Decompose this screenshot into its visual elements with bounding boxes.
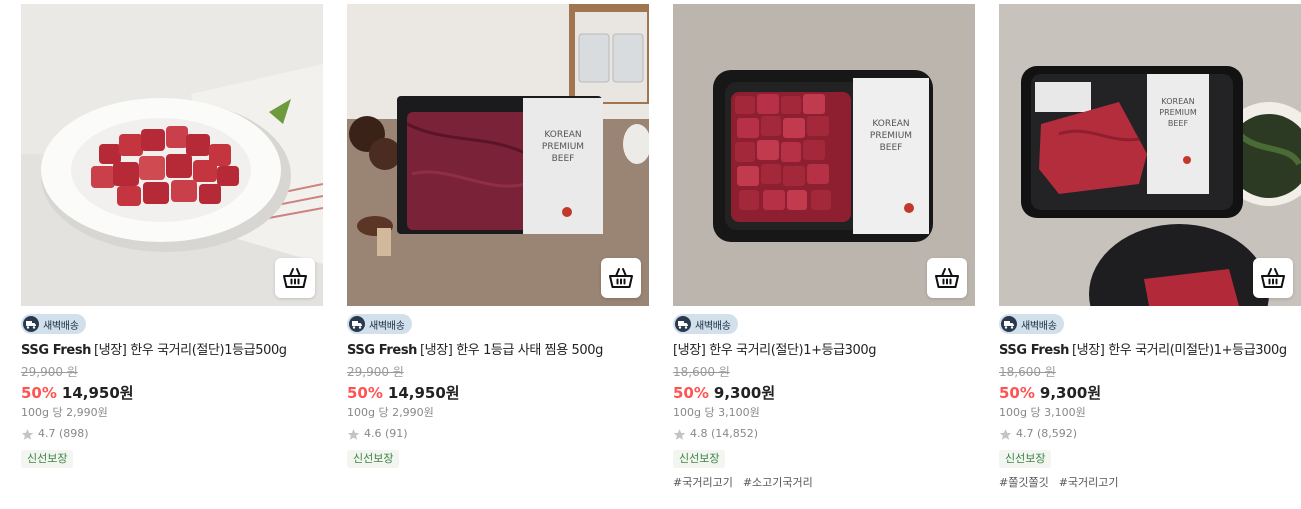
sale-price: 14,950원	[387, 384, 460, 402]
add-to-cart-button[interactable]	[927, 258, 967, 298]
delivery-truck-icon	[1001, 316, 1017, 332]
basket-icon	[1260, 267, 1286, 289]
delivery-badge-label: 새벽배송	[369, 320, 405, 332]
freshness-tag: 신선보장	[999, 450, 1052, 468]
delivery-truck-icon	[349, 316, 365, 332]
product-card[interactable]: 새벽배송 SSG Fresh [냉장] 한우 국거리(절단)1등급500g 29,…	[21, 4, 323, 468]
product-title[interactable]: SSG Fresh [냉장] 한우 국거리(절단)1등급500g	[21, 342, 323, 360]
delivery-badge: 새벽배송	[999, 314, 1064, 334]
delivery-badge: 새벽배송	[673, 314, 738, 334]
product-image[interactable]: KOREAN PREMIUM BEEF	[347, 4, 649, 306]
freshness-tag: 신선보장	[21, 450, 74, 468]
product-title[interactable]: SSG Fresh [냉장] 한우 1등급 사태 찜용 500g	[347, 342, 649, 360]
delivery-badge: 새벽배송	[21, 314, 86, 334]
rating[interactable]: 4.8 (14,852)	[673, 427, 975, 441]
review-count: (8,592)	[1037, 427, 1078, 440]
hashtag[interactable]: #국거리고기	[1059, 476, 1119, 489]
discount-rate: 50%	[999, 384, 1035, 402]
hashtag-list: #쫄깃쫄깃 #국거리고기	[999, 476, 1301, 490]
product-name: [냉장] 한우 국거리(미절단)1+등급300g	[1072, 343, 1287, 358]
basket-icon	[608, 267, 634, 289]
product-name: [냉장] 한우 국거리(절단)1+등급300g	[673, 343, 877, 358]
price-row: 50% 9,300원	[999, 383, 1301, 403]
original-price: 29,900 원	[21, 365, 78, 379]
delivery-truck-icon	[675, 316, 691, 332]
rating[interactable]: 4.7 (8,592)	[999, 427, 1301, 441]
product-card[interactable]: KOREAN PREMIUM BEEF 새벽배송	[999, 4, 1301, 490]
unit-price: 100g 당 2,990원	[347, 406, 434, 419]
original-price: 29,900 원	[347, 365, 404, 379]
star-icon	[673, 428, 686, 441]
svg-text:PREMIUM: PREMIUM	[1159, 108, 1197, 117]
rating-score: 4.8	[690, 427, 708, 440]
svg-text:BEEF: BEEF	[1168, 119, 1189, 128]
star-icon	[21, 428, 34, 441]
rating-score: 4.7	[1016, 427, 1034, 440]
product-brand: SSG Fresh	[347, 343, 418, 358]
svg-text:PREMIUM: PREMIUM	[870, 131, 912, 141]
discount-rate: 50%	[21, 384, 57, 402]
svg-text:KOREAN: KOREAN	[1161, 97, 1194, 106]
basket-icon	[934, 267, 960, 289]
sale-price: 9,300원	[1039, 384, 1102, 402]
rating[interactable]: 4.6 (91)	[347, 427, 649, 441]
svg-text:KOREAN: KOREAN	[872, 119, 909, 129]
price-row: 50% 14,950원	[347, 383, 649, 403]
product-card[interactable]: KOREAN PREMIUM BEEF 새벽배송	[347, 4, 649, 468]
discount-rate: 50%	[347, 384, 383, 402]
delivery-truck-icon	[23, 316, 39, 332]
review-count: (14,852)	[711, 427, 759, 440]
rating-score: 4.7	[38, 427, 56, 440]
product-image[interactable]	[21, 4, 323, 306]
delivery-badge-label: 새벽배송	[1021, 320, 1057, 332]
product-brand: SSG Fresh	[21, 343, 92, 358]
price-row: 50% 9,300원	[673, 383, 975, 403]
sale-price: 9,300원	[713, 384, 776, 402]
product-image[interactable]: KOREAN PREMIUM BEEF	[999, 4, 1301, 306]
svg-text:KOREAN: KOREAN	[544, 130, 581, 140]
unit-price: 100g 당 2,990원	[21, 406, 108, 419]
star-icon	[347, 428, 360, 441]
product-title[interactable]: [냉장] 한우 국거리(절단)1+등급300g	[673, 342, 975, 360]
product-image[interactable]: KOREAN PREMIUM BEEF	[673, 4, 975, 306]
hashtag[interactable]: #국거리고기	[673, 476, 733, 489]
unit-price: 100g 당 3,100원	[673, 406, 760, 419]
product-name: [냉장] 한우 1등급 사태 찜용 500g	[420, 343, 603, 358]
product-title[interactable]: SSG Fresh [냉장] 한우 국거리(미절단)1+등급300g	[999, 342, 1301, 360]
delivery-badge: 새벽배송	[347, 314, 412, 334]
basket-icon	[282, 267, 308, 289]
star-icon	[999, 428, 1012, 441]
rating-score: 4.6	[364, 427, 382, 440]
add-to-cart-button[interactable]	[601, 258, 641, 298]
rating[interactable]: 4.7 (898)	[21, 427, 323, 441]
original-price: 18,600 원	[999, 365, 1056, 379]
hashtag-list: #국거리고기 #소고기국거리	[673, 476, 975, 490]
review-count: (898)	[59, 427, 89, 440]
review-count: (91)	[385, 427, 408, 440]
product-card[interactable]: KOREAN PREMIUM BEEF 새벽배송	[673, 4, 975, 490]
unit-price: 100g 당 3,100원	[999, 406, 1086, 419]
discount-rate: 50%	[673, 384, 709, 402]
svg-text:BEEF: BEEF	[552, 154, 575, 164]
product-name: [냉장] 한우 국거리(절단)1등급500g	[94, 343, 287, 358]
add-to-cart-button[interactable]	[275, 258, 315, 298]
product-brand: SSG Fresh	[999, 343, 1070, 358]
delivery-badge-label: 새벽배송	[695, 320, 731, 332]
freshness-tag: 신선보장	[673, 450, 726, 468]
svg-text:PREMIUM: PREMIUM	[542, 142, 584, 152]
add-to-cart-button[interactable]	[1253, 258, 1293, 298]
svg-text:BEEF: BEEF	[880, 143, 903, 153]
freshness-tag: 신선보장	[347, 450, 400, 468]
hashtag[interactable]: #소고기국거리	[743, 476, 813, 489]
product-grid: 새벽배송 SSG Fresh [냉장] 한우 국거리(절단)1등급500g 29,…	[0, 0, 1301, 509]
sale-price: 14,950원	[61, 384, 134, 402]
price-row: 50% 14,950원	[21, 383, 323, 403]
original-price: 18,600 원	[673, 365, 730, 379]
delivery-badge-label: 새벽배송	[43, 320, 79, 332]
hashtag[interactable]: #쫄깃쫄깃	[999, 476, 1049, 489]
